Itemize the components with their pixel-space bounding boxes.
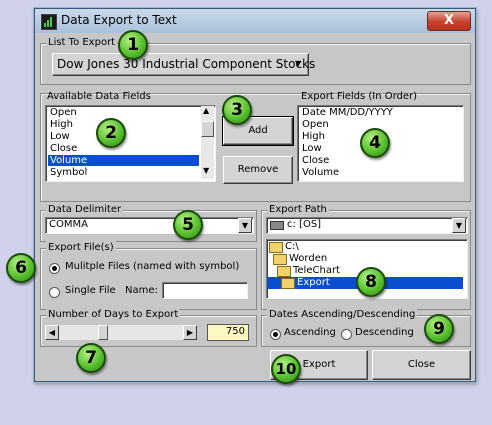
- callout-badge: 9: [424, 314, 454, 344]
- field-item[interactable]: Open: [48, 107, 79, 118]
- callout-badge: 5: [173, 210, 203, 240]
- list-to-export-label: List To Export: [46, 36, 118, 49]
- chevron-down-icon: ▼: [295, 59, 302, 68]
- remove-button-label: Remove: [237, 164, 279, 175]
- field-item[interactable]: Close: [48, 143, 79, 154]
- file-name-input[interactable]: [162, 282, 248, 299]
- folder-icon: [281, 278, 295, 289]
- remove-button[interactable]: Remove: [223, 156, 293, 184]
- single-file-label[interactable]: Single File: [65, 285, 116, 296]
- close-button[interactable]: Close: [372, 350, 471, 380]
- available-fields-list[interactable]: Open High Low Close Volume Symbol ▲ ▼: [45, 105, 216, 182]
- callout-badge: 6: [6, 253, 36, 283]
- export-field-item[interactable]: Volume: [300, 167, 341, 178]
- folder-label: Worden: [289, 253, 328, 264]
- field-item[interactable]: Low: [48, 131, 72, 142]
- callout-badge: 7: [76, 343, 106, 373]
- window-close-button[interactable]: X: [427, 11, 471, 31]
- callout-badge: 4: [360, 128, 390, 158]
- scroll-up-icon[interactable]: ▲: [203, 106, 209, 115]
- available-fields-label: Available Data Fields: [47, 91, 151, 102]
- scroll-down-icon[interactable]: ▼: [203, 166, 209, 175]
- callout-badge: 10: [271, 354, 301, 384]
- folder-label: C:\: [285, 241, 299, 252]
- multiple-files-label[interactable]: Mulitple Files (named with symbol): [65, 261, 239, 272]
- folder-row[interactable]: C:\: [267, 241, 417, 253]
- folder-icon: [277, 266, 291, 277]
- list-select[interactable]: Dow Jones 30 Industrial Component Stocks…: [52, 53, 315, 76]
- export-files-group: Export File(s): [40, 241, 257, 310]
- drive-icon: [270, 221, 284, 230]
- title-bar[interactable]: Data Export to Text X: [35, 9, 475, 33]
- callout-badge: 8: [356, 267, 386, 297]
- descending-radio[interactable]: [341, 329, 352, 340]
- delimiter-value: COMMA: [49, 219, 88, 230]
- export-field-item[interactable]: Low: [300, 143, 324, 154]
- name-label: Name:: [125, 285, 158, 296]
- scroll-right-icon[interactable]: ▶: [183, 325, 197, 340]
- days-value: 750: [225, 326, 245, 337]
- callout-badge: 1: [118, 30, 148, 60]
- app-chart-icon: [41, 14, 57, 30]
- field-item[interactable]: Volume: [48, 155, 199, 166]
- list-select-value: Dow Jones 30 Industrial Component Stocks: [57, 57, 316, 71]
- days-slider-thumb[interactable]: [98, 325, 108, 340]
- ascending-radio[interactable]: [270, 329, 281, 340]
- callout-badge: 2: [96, 118, 126, 148]
- chevron-down-icon[interactable]: ▼: [452, 218, 466, 233]
- delimiter-select[interactable]: COMMA ▼: [45, 217, 254, 234]
- folder-row[interactable]: Worden: [267, 253, 417, 265]
- export-path-label: Export Path: [267, 203, 329, 216]
- field-item[interactable]: Symbol: [48, 167, 89, 178]
- window-title: Data Export to Text: [61, 13, 177, 27]
- days-scrollbar[interactable]: ◀ ▶: [45, 325, 197, 340]
- folder-label: TeleChart: [293, 265, 340, 276]
- delimiter-label: Data Delimiter: [46, 203, 124, 216]
- folder-icon: [269, 242, 283, 253]
- days-label: Number of Days to Export: [46, 308, 181, 321]
- sort-label: Dates Ascending/Descending: [267, 308, 418, 321]
- folder-row[interactable]: TeleChart: [267, 265, 417, 277]
- folder-label: Export: [297, 277, 330, 288]
- scroll-thumb[interactable]: [201, 121, 214, 137]
- days-value-box: 750: [207, 324, 249, 341]
- multiple-files-radio[interactable]: [49, 263, 60, 274]
- drive-value: c: [OS]: [287, 219, 322, 230]
- close-button-label: Close: [407, 359, 436, 370]
- ascending-label[interactable]: Ascending: [284, 327, 336, 338]
- single-file-radio[interactable]: [49, 287, 60, 298]
- field-item[interactable]: High: [48, 119, 75, 130]
- list-to-export-group: List To Export Dow Jones 30 Industrial C…: [40, 36, 471, 85]
- export-field-item[interactable]: Date MM/DD/YYYY: [300, 107, 395, 118]
- export-button-label: Export: [302, 359, 336, 370]
- export-fields-label: Export Fields (In Order): [301, 91, 418, 102]
- export-field-item[interactable]: High: [300, 131, 327, 142]
- export-field-item[interactable]: Close: [300, 155, 331, 166]
- chevron-down-icon[interactable]: ▼: [238, 218, 252, 233]
- drive-select[interactable]: c: [OS] ▼: [266, 217, 468, 234]
- export-files-label: Export File(s): [46, 241, 116, 254]
- export-dialog: Data Export to Text X List To Export Dow…: [34, 8, 476, 382]
- add-button-label: Add: [248, 125, 268, 136]
- descending-label[interactable]: Descending: [355, 327, 414, 338]
- available-fields-scrollbar[interactable]: ▲ ▼: [201, 106, 214, 179]
- scroll-left-icon[interactable]: ◀: [45, 325, 59, 340]
- export-field-item[interactable]: Open: [300, 119, 331, 130]
- folder-icon: [273, 254, 287, 265]
- callout-badge: 3: [222, 95, 252, 125]
